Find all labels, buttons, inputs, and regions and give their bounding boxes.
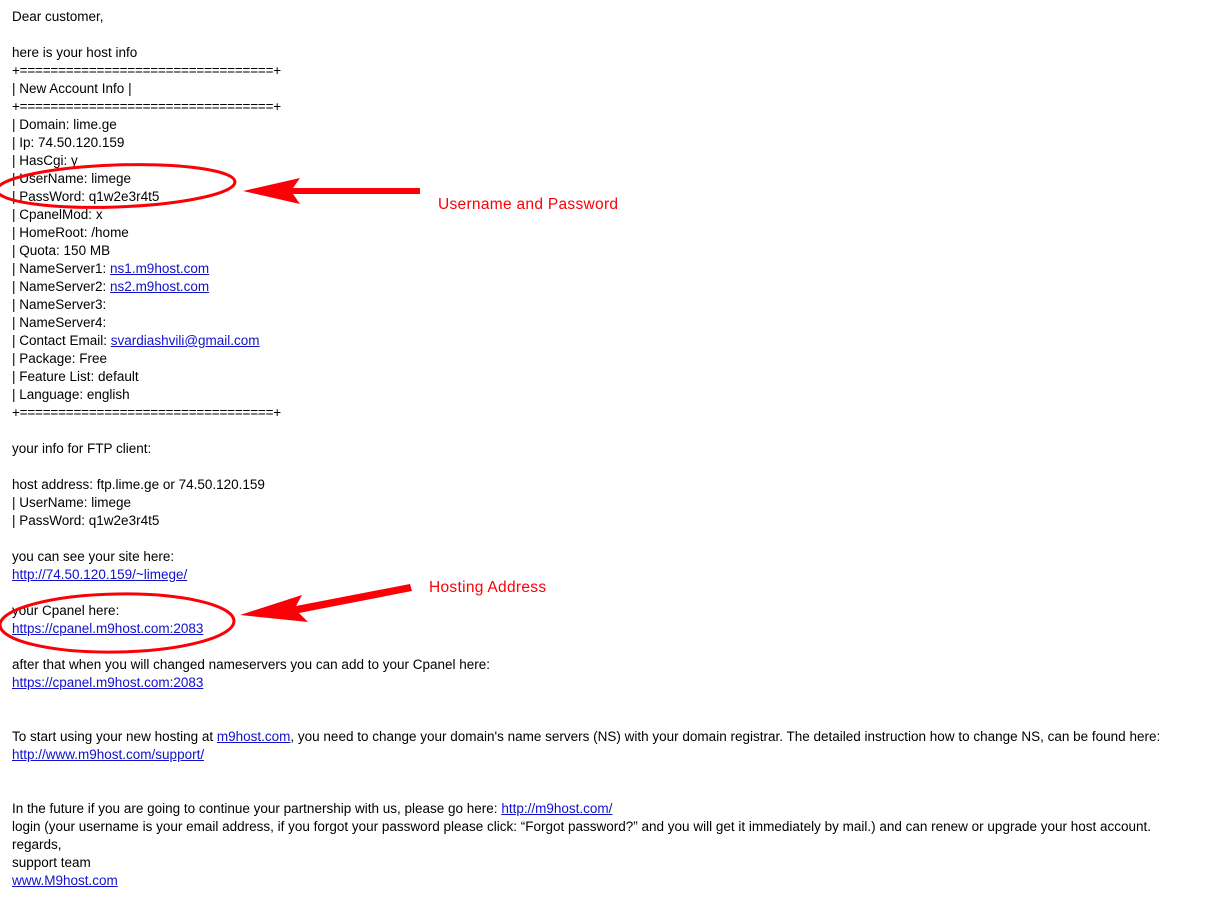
future-paragraph-line2: login (your username is your email addre… xyxy=(12,819,1152,834)
signoff-site-line: www.M9host.com xyxy=(12,872,1212,890)
site-url-line: http://74.50.120.159/~limege/ xyxy=(12,566,1212,584)
m9host-home-link[interactable]: http://m9host.com/ xyxy=(501,801,612,816)
future-paragraph-line1: In the future if you are going to contin… xyxy=(12,800,1212,818)
m9host-link[interactable]: m9host.com xyxy=(217,729,291,744)
future-paragraph-prefix: In the future if you are going to contin… xyxy=(12,801,502,816)
contact-email-link[interactable]: svardiashvili@gmail.com xyxy=(111,333,260,348)
account-row-value: /home xyxy=(91,225,129,240)
account-row-value: y xyxy=(71,153,78,168)
account-row-label: | Ip: xyxy=(12,135,39,150)
start-paragraph-prefix: To start using your new hosting at xyxy=(12,729,217,744)
account-row-quota: | Quota: 150 MB xyxy=(12,242,1212,260)
ftp-heading: your info for FTP client: xyxy=(12,441,152,456)
nameservers-note-url-line: https://cpanel.m9host.com:2083 xyxy=(12,674,1212,692)
account-row-label: | Quota: xyxy=(12,243,64,258)
account-row-nameserver3: | NameServer3: xyxy=(12,296,1212,314)
signoff-team: support team xyxy=(12,855,91,870)
support-url-link[interactable]: http://www.m9host.com/support/ xyxy=(12,747,204,762)
account-row-nameserver1: | NameServer1: ns1.m9host.com xyxy=(12,260,1212,278)
ftp-username: | UserName: limege xyxy=(12,495,132,510)
account-row-value: q1w2e3r4t5 xyxy=(88,189,160,204)
site-heading: you can see your site here: xyxy=(12,549,175,564)
start-hosting-paragraph: To start using your new hosting at m9hos… xyxy=(12,728,1212,746)
account-row-hascgi: | HasCgi: y xyxy=(12,152,1212,170)
account-row-label: | NameServer2: xyxy=(12,279,111,294)
email-message-body: Dear customer, here is your host info +=… xyxy=(12,8,1212,890)
account-row-nameserver4: | NameServer4: xyxy=(12,314,1212,332)
account-row-value: 150 MB xyxy=(63,243,111,258)
nameserver1-link[interactable]: ns1.m9host.com xyxy=(110,261,209,276)
signoff-regards: regards, xyxy=(12,837,62,852)
account-row-label: | Contact Email: xyxy=(12,333,111,348)
account-row-value: english xyxy=(86,387,130,402)
account-row-password: | PassWord: q1w2e3r4t5 xyxy=(12,188,1212,206)
account-row-label: | UserName: xyxy=(12,171,92,186)
start-paragraph-suffix: , you need to change your domain's name … xyxy=(290,729,1161,744)
account-row-label: | PassWord: xyxy=(12,189,89,204)
account-row-ip: | Ip: 74.50.120.159 xyxy=(12,134,1212,152)
account-row-nameserver2: | NameServer2: ns2.m9host.com xyxy=(12,278,1212,296)
account-row-label: | Feature List: xyxy=(12,369,99,384)
account-row-value: 74.50.120.159 xyxy=(38,135,125,150)
greeting-line: Dear customer, xyxy=(12,9,104,24)
account-row-label: | Domain: xyxy=(12,117,74,132)
account-box-bottom-rule: +=================================+ xyxy=(12,405,281,420)
account-row-username: | UserName: limege xyxy=(12,170,1212,188)
account-row-label: | NameServer3: xyxy=(12,297,107,312)
account-row-homeroot: | HomeRoot: /home xyxy=(12,224,1212,242)
nameservers-note-text: after that when you will changed nameser… xyxy=(12,657,491,672)
account-row-label: | HomeRoot: xyxy=(12,225,92,240)
m9host-footer-link[interactable]: www.M9host.com xyxy=(12,873,118,888)
account-row-value: x xyxy=(95,207,103,222)
ftp-host-address: host address: ftp.lime.ge or 74.50.120.1… xyxy=(12,477,265,492)
account-row-value: limege xyxy=(91,171,132,186)
account-row-value: lime.ge xyxy=(73,117,117,132)
cpanel-heading: your Cpanel here: xyxy=(12,603,120,618)
account-row-contact-email: | Contact Email: svardiashvili@gmail.com xyxy=(12,332,1212,350)
account-row-feature-list: | Feature List: default xyxy=(12,368,1212,386)
intro-line: here is your host info xyxy=(12,45,138,60)
account-box-divider-rule: +=================================+ xyxy=(12,99,281,114)
account-row-label: | NameServer4: xyxy=(12,315,107,330)
account-row-value: Free xyxy=(79,351,108,366)
account-row-label: | CpanelMod: xyxy=(12,207,96,222)
cpanel-url-link-secondary[interactable]: https://cpanel.m9host.com:2083 xyxy=(12,675,203,690)
support-url-line: http://www.m9host.com/support/ xyxy=(12,746,1212,764)
nameserver2-link[interactable]: ns2.m9host.com xyxy=(110,279,209,294)
cpanel-url-link[interactable]: https://cpanel.m9host.com:2083 xyxy=(12,621,203,636)
account-row-domain: | Domain: lime.ge xyxy=(12,116,1212,134)
account-row-label: | Package: xyxy=(12,351,80,366)
cpanel-url-line: https://cpanel.m9host.com:2083 xyxy=(12,620,1212,638)
account-row-language: | Language: english xyxy=(12,386,1212,404)
account-row-package: | Package: Free xyxy=(12,350,1212,368)
site-url-link[interactable]: http://74.50.120.159/~limege/ xyxy=(12,567,187,582)
account-row-label: | Language: xyxy=(12,387,87,402)
account-box-title: | New Account Info | xyxy=(12,81,132,96)
account-row-value: default xyxy=(98,369,139,384)
account-row-label: | HasCgi: xyxy=(12,153,72,168)
account-row-label: | NameServer1: xyxy=(12,261,111,276)
account-row-cpanelmod: | CpanelMod: x xyxy=(12,206,1212,224)
account-box-top-rule: +=================================+ xyxy=(12,63,281,78)
ftp-password: | PassWord: q1w2e3r4t5 xyxy=(12,513,160,528)
